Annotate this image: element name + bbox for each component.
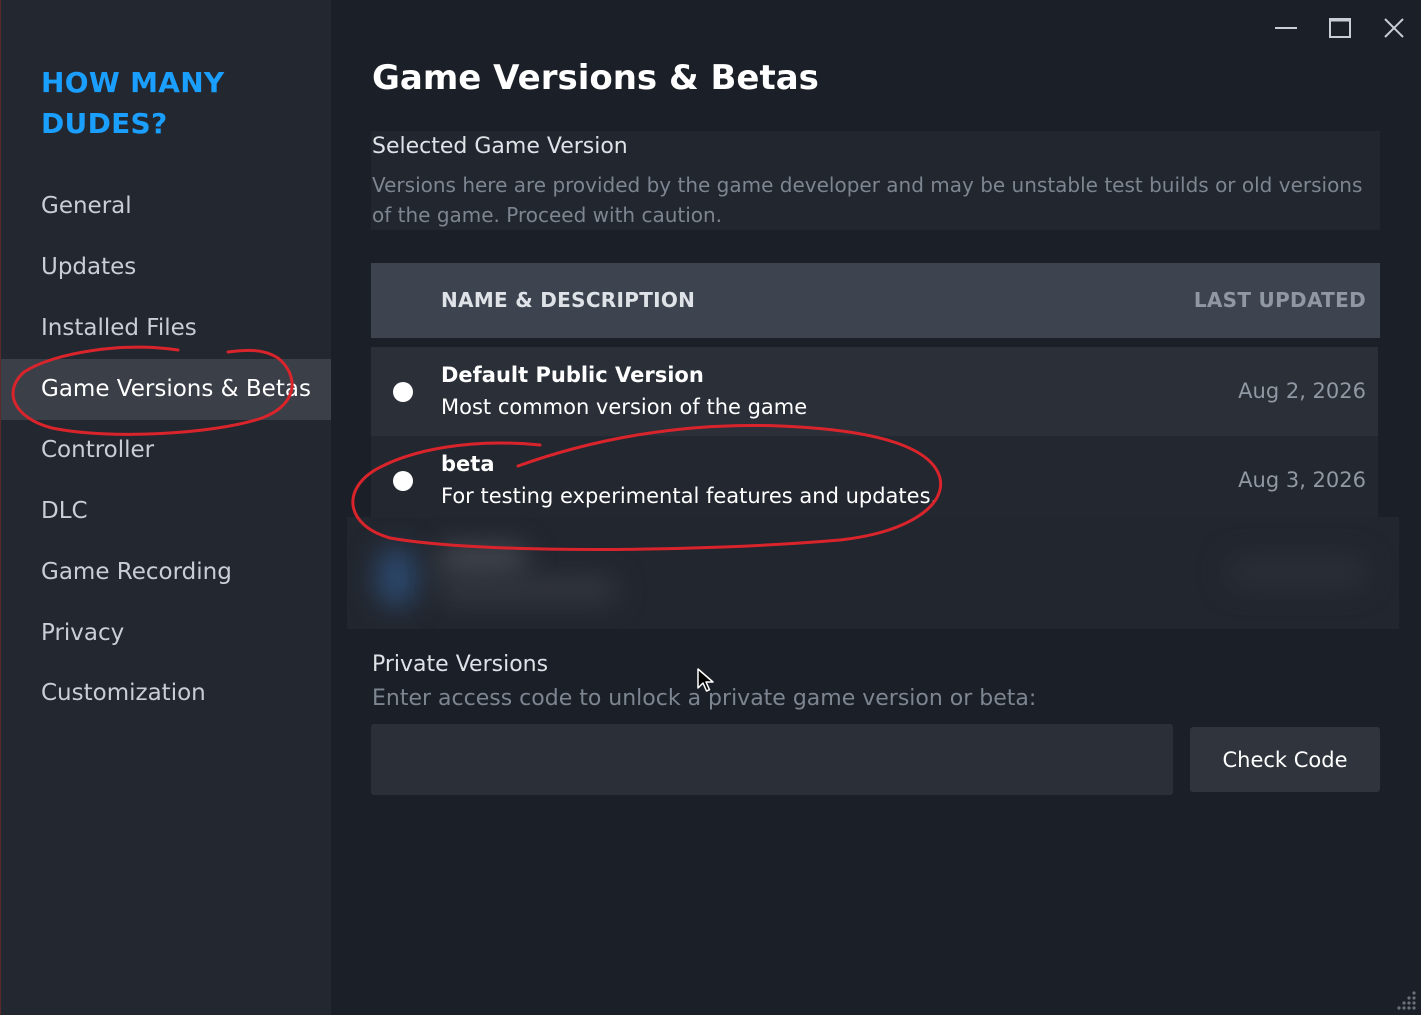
version-radio-button[interactable]	[393, 382, 413, 402]
version-description: Most common version of the game	[441, 395, 808, 419]
version-row-beta[interactable]: beta For testing experimental features a…	[371, 436, 1378, 525]
version-row-default[interactable]: Default Public Version Most common versi…	[371, 347, 1378, 436]
close-icon	[1384, 18, 1404, 38]
window-controls	[1259, 0, 1421, 56]
versions-table-header: NAME & DESCRIPTION LAST UPDATED	[371, 263, 1380, 338]
sidebar-item-installed-files[interactable]: Installed Files	[1, 298, 332, 359]
column-header-name: NAME & DESCRIPTION	[441, 288, 696, 312]
version-last-updated: Aug 3, 2026	[1238, 468, 1366, 492]
minimize-button[interactable]	[1259, 0, 1313, 56]
resize-grip-icon[interactable]	[1395, 989, 1417, 1011]
blurred-date	[1227, 557, 1367, 587]
blurred-description	[437, 579, 617, 601]
maximize-button[interactable]	[1313, 0, 1367, 56]
sidebar-item-label: DLC	[41, 498, 88, 524]
sidebar-item-label: Controller	[41, 437, 155, 463]
blurred-name	[437, 547, 527, 571]
close-button[interactable]	[1367, 0, 1421, 56]
sidebar-item-dlc[interactable]: DLC	[1, 481, 332, 542]
sidebar-item-privacy[interactable]: Privacy	[1, 603, 332, 664]
version-name: beta	[441, 452, 495, 476]
check-code-button[interactable]: Check Code	[1190, 727, 1380, 792]
main-content: Game Versions & Betas Selected Game Vers…	[331, 0, 1421, 1015]
sidebar-item-game-recording[interactable]: Game Recording	[1, 542, 332, 603]
sidebar-item-label: Game Versions & Betas	[41, 376, 311, 402]
version-description: For testing experimental features and up…	[441, 484, 938, 508]
sidebar-item-label: Privacy	[41, 620, 125, 646]
page-title: Game Versions & Betas	[372, 58, 819, 98]
maximize-icon	[1329, 18, 1351, 38]
selected-version-description: Versions here are provided by the game d…	[372, 173, 1363, 227]
selected-version-heading: Selected Game Version	[372, 134, 628, 159]
version-name: Default Public Version	[441, 363, 704, 387]
version-radio-button[interactable]	[393, 471, 413, 491]
blurred-version-row	[347, 517, 1399, 629]
private-versions-heading: Private Versions	[372, 652, 549, 677]
mouse-cursor-icon	[697, 668, 714, 692]
sidebar-item-updates[interactable]: Updates	[1, 237, 332, 298]
column-header-last-updated: LAST UPDATED	[1193, 288, 1366, 312]
version-last-updated: Aug 2, 2026	[1238, 379, 1366, 403]
blurred-radio	[377, 547, 417, 607]
sidebar-item-label: Customization	[41, 680, 206, 706]
sidebar-item-label: Game Recording	[41, 559, 232, 585]
sidebar: HOW MANY DUDES? General Updates Installe…	[0, 0, 332, 1015]
sidebar-item-controller[interactable]: Controller	[1, 420, 332, 481]
access-code-input[interactable]	[371, 724, 1173, 795]
sidebar-item-label: Installed Files	[41, 315, 197, 341]
selected-version-info: Selected Game Version Versions here are …	[371, 131, 1380, 230]
sidebar-item-label: Updates	[41, 254, 137, 280]
properties-window: HOW MANY DUDES? General Updates Installe…	[0, 0, 1421, 1015]
game-title: HOW MANY DUDES?	[41, 66, 225, 140]
sidebar-item-general[interactable]: General	[1, 176, 332, 237]
sidebar-item-label: General	[41, 193, 132, 219]
sidebar-item-customization[interactable]: Customization	[1, 663, 332, 724]
minimize-icon	[1275, 27, 1297, 29]
sidebar-item-game-versions-betas[interactable]: Game Versions & Betas	[1, 359, 332, 420]
